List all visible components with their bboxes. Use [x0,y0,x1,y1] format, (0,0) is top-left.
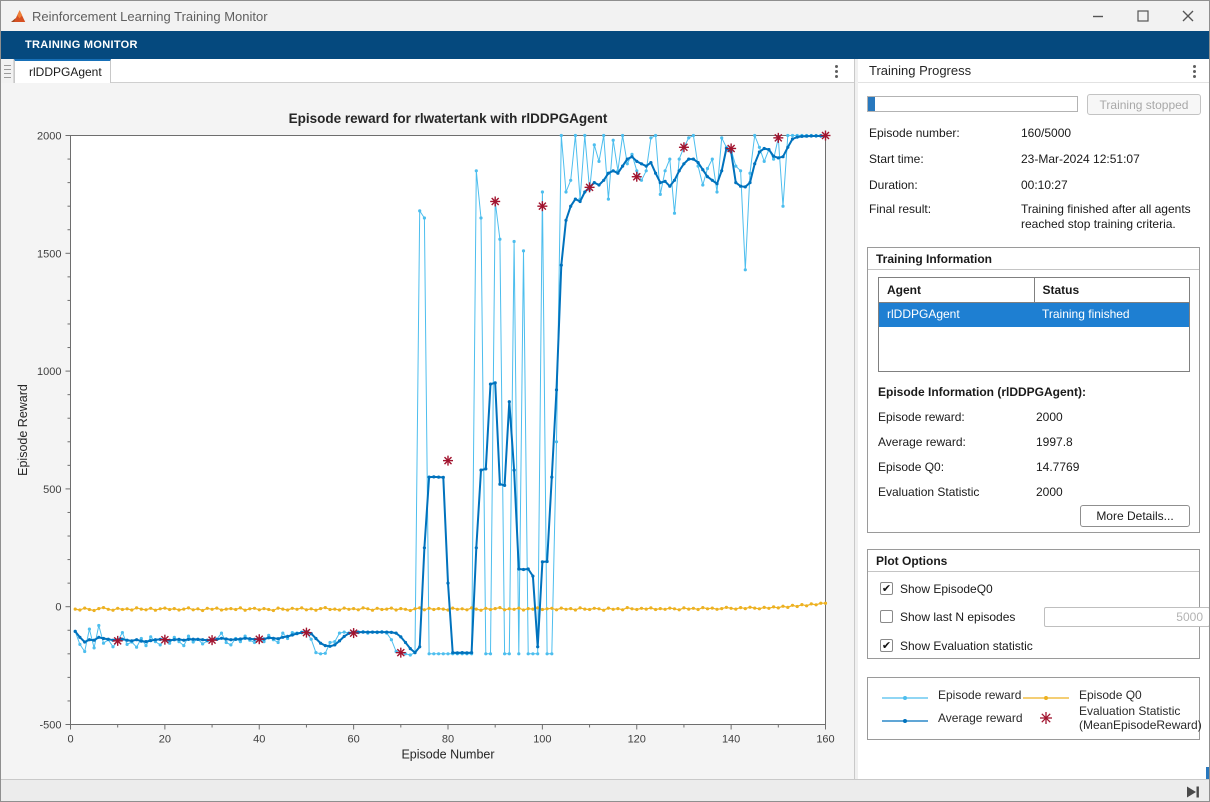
status-bar [1,779,1210,802]
episode-reward-label: Episode reward: [878,410,965,424]
svg-text:Episode reward for rlwatertank: Episode reward for rlwatertank with rlDD… [289,111,608,126]
legend-label: Episode Q0 [1079,688,1210,702]
episode-reward-value: 2000 [1036,410,1063,424]
agent-column-header[interactable]: Agent [879,278,1034,302]
training-information-panel: Training Information Agent Status rlDDPG… [867,247,1200,533]
title-bar: Reinforcement Learning Training Monitor [1,1,1210,31]
panel-separator [868,269,1199,270]
svg-text:0: 0 [55,602,61,614]
matlab-logo-icon [11,9,27,28]
svg-text:0: 0 [67,734,73,746]
window-title: Reinforcement Learning Training Monitor [32,9,268,24]
skip-to-end-icon[interactable] [1183,783,1203,801]
average-reward-line-icon [882,713,928,731]
svg-text:500: 500 [43,484,61,496]
toolstrip-ribbon: TRAINING MONITOR [1,31,1210,59]
training-stopped-button[interactable]: Training stopped [1087,94,1201,115]
tab-rlddpgagent[interactable]: rlDDPGAgent [14,59,111,83]
duration-value: 00:10:27 [1021,178,1068,192]
final-result-label: Final result: [869,202,931,216]
right-panel: Training stopped Episode number: 160/500… [858,83,1210,779]
table-header-row: Agent Status [879,278,1189,303]
svg-text:160: 160 [816,734,834,746]
panel-separator [868,571,1199,572]
status-column-header[interactable]: Status [1034,278,1190,302]
show-evaluation-checkbox[interactable]: ✔ [880,639,893,652]
svg-text:120: 120 [628,734,646,746]
average-reward-label: Average reward: [878,435,966,449]
status-cell: Training finished [1034,303,1189,327]
svg-text:80: 80 [442,734,454,746]
training-progress-header: Training Progress [858,59,1210,83]
svg-text:2000: 2000 [37,131,61,143]
legend-label: Average reward [938,711,1084,725]
average-reward-value: 1997.8 [1036,435,1073,449]
show-evaluation-label: Show Evaluation statistic [900,639,1033,653]
close-button[interactable] [1165,1,1210,31]
show-episodeq0-label: Show EpisodeQ0 [900,582,993,596]
svg-text:1500: 1500 [37,248,61,260]
training-progress-title: Training Progress [869,63,971,78]
plot-options-panel: Plot Options ✔ Show EpisodeQ0 Show last … [867,549,1200,659]
training-chart-figure: -500 0 500 1000 1500 2000 0 20 40 60 80 100 120 140 16… [1,83,854,779]
more-details-button[interactable]: More Details... [1080,505,1190,527]
reward-chart: -500 0 500 1000 1500 2000 0 20 40 60 80 100 120 140 16… [1,83,854,779]
start-time-value: 23-Mar-2024 12:51:07 [1021,152,1140,166]
legend-label: Evaluation Statistic (MeanEpisodeReward) [1079,704,1210,732]
evaluation-statistic-value: 2000 [1036,485,1063,499]
episode-information-title: Episode Information (rlDDPGAgent): [878,385,1086,399]
evaluation-asterisk-icon [1039,711,1053,730]
drag-grip-icon[interactable] [1,59,14,83]
svg-text:-500: -500 [39,720,61,732]
agent-status-table: Agent Status rlDDPGAgent Training finish… [878,277,1190,372]
last-n-episodes-input[interactable] [1044,607,1210,627]
scrollbar-thumb[interactable] [1206,767,1210,779]
svg-text:Episode Number: Episode Number [401,748,494,762]
progress-fill [868,97,875,111]
duration-label: Duration: [869,178,918,192]
progress-panel-menu-icon[interactable] [1186,59,1202,83]
evaluation-statistic-label: Evaluation Statistic [878,485,979,499]
ribbon-tab-label[interactable]: TRAINING MONITOR [25,39,138,51]
tab-label: rlDDPGAgent [29,65,102,79]
svg-text:40: 40 [253,734,265,746]
legend-panel: Episode reward Average reward Episode Q0… [867,677,1200,740]
episode-number-label: Episode number: [869,126,960,140]
show-last-n-checkbox[interactable] [880,610,893,623]
minimize-button[interactable] [1075,1,1120,31]
show-last-n-label: Show last N episodes [900,610,1015,624]
episode-q0-line-icon [1023,690,1069,708]
episode-number-value: 160/5000 [1021,126,1071,140]
document-tab-strip: rlDDPGAgent [1,59,854,83]
svg-text:1000: 1000 [37,366,61,378]
plot-options-title: Plot Options [876,554,947,568]
agent-cell: rlDDPGAgent [879,303,1034,327]
final-result-value: Training finished after all agents reach… [1021,202,1203,232]
episode-q0-value: 14.7769 [1036,460,1079,474]
training-progress-bar [867,96,1078,112]
svg-text:60: 60 [348,734,360,746]
maximize-button[interactable] [1120,1,1165,31]
svg-text:20: 20 [159,734,171,746]
episode-reward-line-icon [882,690,928,708]
table-row[interactable]: rlDDPGAgent Training finished [879,303,1189,327]
svg-text:140: 140 [722,734,740,746]
episode-q0-label: Episode Q0: [878,460,944,474]
svg-text:Episode Reward: Episode Reward [16,384,30,476]
chart-panel-menu-icon[interactable] [828,59,844,83]
show-episodeq0-checkbox[interactable]: ✔ [880,582,893,595]
svg-text:100: 100 [533,734,551,746]
training-information-title: Training Information [876,252,992,266]
app-window: Reinforcement Learning Training Monitor … [0,0,1210,802]
start-time-label: Start time: [869,152,924,166]
